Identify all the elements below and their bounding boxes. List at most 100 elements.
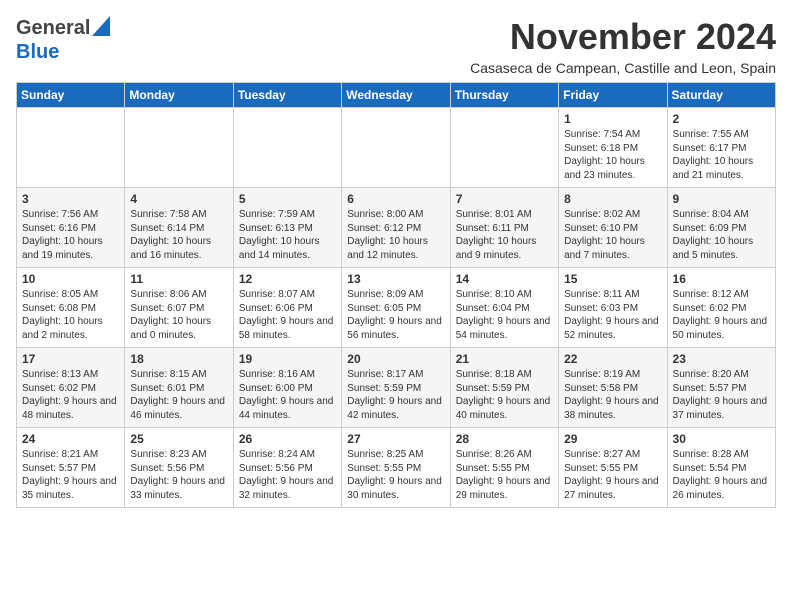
calendar-cell: 1Sunrise: 7:54 AMSunset: 6:18 PMDaylight…: [559, 108, 667, 188]
day-info: Sunrise: 7:56 AM: [22, 208, 119, 222]
day-info: Daylight: 9 hours and 33 minutes.: [130, 475, 227, 502]
day-info: Sunrise: 8:12 AM: [673, 288, 770, 302]
calendar-cell: 4Sunrise: 7:58 AMSunset: 6:14 PMDaylight…: [125, 188, 233, 268]
calendar-cell: 13Sunrise: 8:09 AMSunset: 6:05 PMDayligh…: [342, 268, 450, 348]
day-info: Daylight: 10 hours and 19 minutes.: [22, 235, 119, 262]
day-info: Sunrise: 8:21 AM: [22, 448, 119, 462]
day-number: 13: [347, 272, 444, 286]
day-info: Daylight: 9 hours and 52 minutes.: [564, 315, 661, 342]
calendar-cell: 19Sunrise: 8:16 AMSunset: 6:00 PMDayligh…: [233, 348, 341, 428]
day-info: Sunset: 6:16 PM: [22, 222, 119, 236]
day-info: Sunrise: 8:24 AM: [239, 448, 336, 462]
calendar-table: SundayMondayTuesdayWednesdayThursdayFrid…: [16, 82, 776, 508]
day-info: Sunset: 6:13 PM: [239, 222, 336, 236]
day-info: Sunrise: 7:54 AM: [564, 128, 661, 142]
day-info: Sunset: 6:03 PM: [564, 302, 661, 316]
day-info: Daylight: 10 hours and 23 minutes.: [564, 155, 661, 182]
day-number: 8: [564, 192, 661, 206]
day-info: Sunset: 6:00 PM: [239, 382, 336, 396]
day-number: 30: [673, 432, 770, 446]
day-info: Daylight: 9 hours and 37 minutes.: [673, 395, 770, 422]
dow-header-saturday: Saturday: [667, 83, 775, 108]
day-number: 22: [564, 352, 661, 366]
day-info: Sunset: 5:57 PM: [22, 462, 119, 476]
day-info: Daylight: 10 hours and 5 minutes.: [673, 235, 770, 262]
day-info: Sunrise: 8:17 AM: [347, 368, 444, 382]
day-info: Sunset: 6:14 PM: [130, 222, 227, 236]
calendar-cell: 3 Sunrise: 7:56 AMSunset: 6:16 PMDaylight…: [17, 188, 125, 268]
day-info: Daylight: 9 hours and 50 minutes.: [673, 315, 770, 342]
day-info: Sunset: 6:08 PM: [22, 302, 119, 316]
day-number: 11: [130, 272, 227, 286]
day-number: 1: [564, 112, 661, 126]
calendar-cell: 2Sunrise: 7:55 AMSunset: 6:17 PMDaylight…: [667, 108, 775, 188]
day-info: Daylight: 9 hours and 54 minutes.: [456, 315, 553, 342]
logo-blue-text: Blue: [16, 41, 59, 63]
dow-header-wednesday: Wednesday: [342, 83, 450, 108]
logo-general-text: General: [16, 17, 90, 40]
day-info: Sunset: 6:17 PM: [673, 142, 770, 156]
day-number: 24: [22, 432, 119, 446]
day-info: Daylight: 9 hours and 38 minutes.: [564, 395, 661, 422]
day-info: Sunrise: 8:11 AM: [564, 288, 661, 302]
calendar-cell: 29Sunrise: 8:27 AMSunset: 5:55 PMDayligh…: [559, 428, 667, 508]
calendar-cell: 30Sunrise: 8:28 AMSunset: 5:54 PMDayligh…: [667, 428, 775, 508]
day-info: Sunset: 5:58 PM: [564, 382, 661, 396]
day-info: Sunrise: 8:04 AM: [673, 208, 770, 222]
day-number: 15: [564, 272, 661, 286]
calendar-cell: [233, 108, 341, 188]
day-number: 10: [22, 272, 119, 286]
day-info: Sunrise: 8:01 AM: [456, 208, 553, 222]
day-info: Sunset: 6:01 PM: [130, 382, 227, 396]
calendar-cell: 28Sunrise: 8:26 AMSunset: 5:55 PMDayligh…: [450, 428, 558, 508]
day-number: 29: [564, 432, 661, 446]
calendar-cell: 18Sunrise: 8:15 AMSunset: 6:01 PMDayligh…: [125, 348, 233, 428]
day-info: Sunset: 5:59 PM: [456, 382, 553, 396]
day-info: Daylight: 10 hours and 16 minutes.: [130, 235, 227, 262]
day-info: Sunset: 6:02 PM: [673, 302, 770, 316]
day-number: 27: [347, 432, 444, 446]
day-info: Sunset: 6:06 PM: [239, 302, 336, 316]
day-info: Daylight: 9 hours and 29 minutes.: [456, 475, 553, 502]
day-info: Sunset: 6:11 PM: [456, 222, 553, 236]
day-info: Sunset: 5:59 PM: [347, 382, 444, 396]
calendar-cell: 14Sunrise: 8:10 AMSunset: 6:04 PMDayligh…: [450, 268, 558, 348]
day-info: Daylight: 9 hours and 44 minutes.: [239, 395, 336, 422]
calendar-cell: 12Sunrise: 8:07 AMSunset: 6:06 PMDayligh…: [233, 268, 341, 348]
calendar-cell: 24Sunrise: 8:21 AMSunset: 5:57 PMDayligh…: [17, 428, 125, 508]
calendar-week-5: 24 Sunrise: 8:21 AMSunset: 5:57 PM Dayligh…: [17, 428, 776, 508]
calendar-cell: 17Sunrise: 8:13 AMSunset: 6:02 PMDayligh…: [17, 348, 125, 428]
calendar-cell: 25Sunrise: 8:23 AMSunset: 5:56 PMDayligh…: [125, 428, 233, 508]
day-info: Daylight: 10 hours and 0 minutes.: [130, 315, 227, 342]
day-info: Sunrise: 8:05 AM: [22, 288, 119, 302]
calendar-cell: 7Sunrise: 8:01 AMSunset: 6:11 PMDaylight…: [450, 188, 558, 268]
day-info: Sunrise: 8:15 AM: [130, 368, 227, 382]
day-info: Sunrise: 8:23 AM: [130, 448, 227, 462]
day-info: Sunrise: 8:27 AM: [564, 448, 661, 462]
day-info: Sunrise: 8:06 AM: [130, 288, 227, 302]
dow-header-thursday: Thursday: [450, 83, 558, 108]
header: General Blue November 2024 Casaseca de C…: [16, 16, 776, 76]
day-info: Daylight: 9 hours and 27 minutes.: [564, 475, 661, 502]
day-info: Daylight: 9 hours and 42 minutes.: [347, 395, 444, 422]
day-number: 28: [456, 432, 553, 446]
day-info: Sunset: 5:54 PM: [673, 462, 770, 476]
calendar-cell: 8Sunrise: 8:02 AMSunset: 6:10 PMDaylight…: [559, 188, 667, 268]
day-info: Daylight: 10 hours and 2 minutes.: [22, 315, 119, 342]
day-info: Daylight: 10 hours and 14 minutes.: [239, 235, 336, 262]
day-number: 3: [22, 192, 119, 206]
calendar-week-3: 10Sunrise: 8:05 AMSunset: 6:08 PMDayligh…: [17, 268, 776, 348]
calendar-cell: 15 Sunrise: 8:11 AMSunset: 6:03 PMDayligh…: [559, 268, 667, 348]
day-info: Daylight: 10 hours and 7 minutes.: [564, 235, 661, 262]
logo: General Blue: [16, 16, 110, 64]
calendar-cell: [125, 108, 233, 188]
day-info: Daylight: 10 hours and 21 minutes.: [673, 155, 770, 182]
day-info: Sunrise: 8:00 AM: [347, 208, 444, 222]
day-info: Sunrise: 8:26 AM: [456, 448, 553, 462]
day-info: Daylight: 10 hours and 12 minutes.: [347, 235, 444, 262]
day-info: Sunset: 6:09 PM: [673, 222, 770, 236]
calendar-cell: 6Sunrise: 8:00 AMSunset: 6:12 PMDaylight…: [342, 188, 450, 268]
day-number: 19: [239, 352, 336, 366]
day-number: 14: [456, 272, 553, 286]
calendar-cell: [342, 108, 450, 188]
